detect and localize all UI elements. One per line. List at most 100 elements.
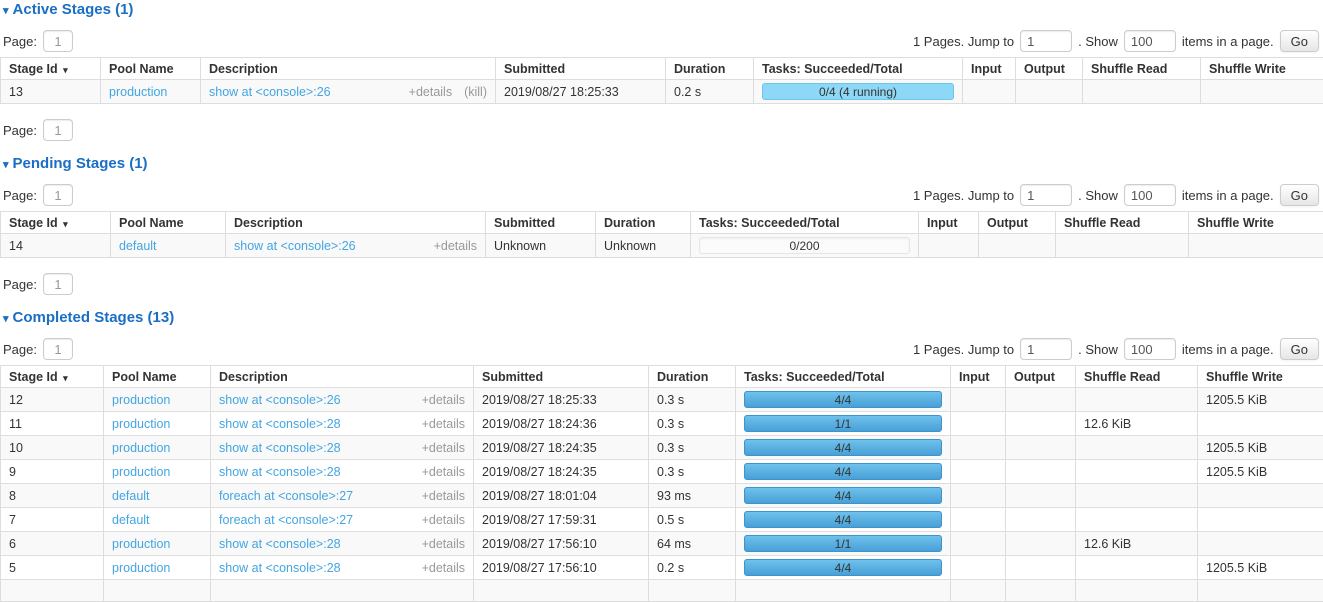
tasks-progress-bar: 0/4 (4 running) (762, 83, 954, 100)
column-header-description[interactable]: Description (211, 366, 474, 388)
column-header-input[interactable]: Input (951, 366, 1006, 388)
pool-name-cell: production (101, 80, 201, 104)
page-number-input[interactable] (43, 119, 73, 141)
stage-description-link[interactable]: foreach at <console>:27 (219, 489, 353, 503)
stage-description-link[interactable]: show at <console>:28 (219, 537, 341, 551)
pool-name-link[interactable]: production (109, 85, 167, 99)
details-toggle[interactable]: +details (422, 561, 465, 575)
column-header-shuffle-read[interactable]: Shuffle Read (1076, 366, 1198, 388)
details-toggle[interactable]: +details (422, 513, 465, 527)
stage-description-link[interactable]: show at <console>:28 (219, 417, 341, 431)
stage-description-link[interactable]: show at <console>:26 (219, 393, 341, 407)
input-cell (951, 460, 1006, 484)
stage-description-link[interactable]: foreach at <console>:27 (219, 513, 353, 527)
details-toggle[interactable]: +details (409, 85, 452, 99)
pager-controls: 1 Pages. Jump to. Showitems in a page.Go (913, 184, 1319, 206)
column-header-tasks-succeeded-total[interactable]: Tasks: Succeeded/Total (691, 212, 919, 234)
duration-cell: 93 ms (649, 484, 736, 508)
page-label: Page: (3, 277, 37, 292)
column-header-pool-name[interactable]: Pool Name (101, 58, 201, 80)
column-header-submitted[interactable]: Submitted (496, 58, 666, 80)
page-number-input[interactable] (43, 338, 73, 360)
items-per-page-input[interactable] (1124, 184, 1176, 206)
column-header-description[interactable]: Description (201, 58, 496, 80)
shuffle-read-cell (1083, 80, 1201, 104)
kill-link[interactable]: (kill) (464, 85, 487, 99)
column-header-duration[interactable]: Duration (596, 212, 691, 234)
input-cell (919, 234, 979, 258)
column-header-pool-name[interactable]: Pool Name (111, 212, 226, 234)
details-toggle[interactable]: +details (434, 239, 477, 253)
details-toggle[interactable]: +details (422, 489, 465, 503)
details-toggle[interactable]: +details (422, 441, 465, 455)
jump-to-page-input[interactable] (1020, 30, 1072, 52)
column-header-shuffle-write[interactable]: Shuffle Write (1189, 212, 1323, 234)
column-header-input[interactable]: Input (963, 58, 1016, 80)
column-header-stage-id[interactable]: Stage Id ▾ (1, 212, 111, 234)
shuffle-read-cell (1076, 460, 1198, 484)
column-header-tasks-succeeded-total[interactable]: Tasks: Succeeded/Total (736, 366, 951, 388)
page-number-input[interactable] (43, 273, 73, 295)
empty-cell (1006, 580, 1076, 602)
column-header-shuffle-write[interactable]: Shuffle Write (1198, 366, 1323, 388)
column-header-duration[interactable]: Duration (649, 366, 736, 388)
output-cell (1006, 436, 1076, 460)
details-toggle[interactable]: +details (422, 417, 465, 431)
submitted-cell: 2019/08/27 18:01:04 (474, 484, 649, 508)
column-header-submitted[interactable]: Submitted (474, 366, 649, 388)
input-cell (963, 80, 1016, 104)
pool-name-link[interactable]: production (112, 393, 170, 407)
jump-to-page-input[interactable] (1020, 338, 1072, 360)
go-button[interactable]: Go (1280, 30, 1319, 52)
pager-left: Page: (3, 184, 73, 206)
details-toggle[interactable]: +details (422, 465, 465, 479)
column-header-description[interactable]: Description (226, 212, 486, 234)
stage-description-link[interactable]: show at <console>:26 (234, 239, 356, 253)
section-title-text: Active Stages (1) (13, 1, 134, 18)
go-button[interactable]: Go (1280, 338, 1319, 360)
table-row: 10production+detailsshow at <console>:28… (1, 436, 1323, 460)
column-header-pool-name[interactable]: Pool Name (104, 366, 211, 388)
stage-description-link[interactable]: show at <console>:28 (219, 441, 341, 455)
details-toggle[interactable]: +details (422, 537, 465, 551)
column-header-stage-id[interactable]: Stage Id ▾ (1, 366, 104, 388)
items-per-page-input[interactable] (1124, 338, 1176, 360)
active-stages-header[interactable]: ▾Active Stages (1) (3, 0, 1323, 18)
column-header-submitted[interactable]: Submitted (486, 212, 596, 234)
pool-name-link[interactable]: production (112, 465, 170, 479)
column-header-output[interactable]: Output (979, 212, 1056, 234)
pool-name-link[interactable]: production (112, 441, 170, 455)
column-header-stage-id[interactable]: Stage Id ▾ (1, 58, 101, 80)
stage-description-link[interactable]: show at <console>:28 (219, 561, 341, 575)
tasks-progress-cell: 4/4 (736, 508, 951, 532)
column-header-output[interactable]: Output (1006, 366, 1076, 388)
go-button[interactable]: Go (1280, 184, 1319, 206)
jump-to-page-input[interactable] (1020, 184, 1072, 206)
tasks-progress-bar: 4/4 (744, 463, 942, 480)
pending-pagination-bottom: Page: (3, 273, 1319, 295)
column-header-duration[interactable]: Duration (666, 58, 754, 80)
column-header-shuffle-read[interactable]: Shuffle Read (1083, 58, 1201, 80)
items-per-page-input[interactable] (1124, 30, 1176, 52)
column-header-shuffle-write[interactable]: Shuffle Write (1201, 58, 1323, 80)
page-number-input[interactable] (43, 184, 73, 206)
column-header-tasks-succeeded-total[interactable]: Tasks: Succeeded/Total (754, 58, 963, 80)
page-number-input[interactable] (43, 30, 73, 52)
shuffle-read-cell: 12.6 KiB (1076, 412, 1198, 436)
pool-name-link[interactable]: production (112, 537, 170, 551)
pool-name-link[interactable]: default (112, 489, 150, 503)
column-header-output[interactable]: Output (1016, 58, 1083, 80)
pending-stages-header[interactable]: ▾Pending Stages (1) (3, 154, 1323, 172)
stage-id-cell: 12 (1, 388, 104, 412)
column-header-input[interactable]: Input (919, 212, 979, 234)
empty-cell (1076, 580, 1198, 602)
details-toggle[interactable]: +details (422, 393, 465, 407)
stage-description-link[interactable]: show at <console>:26 (209, 85, 331, 99)
pool-name-link[interactable]: production (112, 561, 170, 575)
stage-description-link[interactable]: show at <console>:28 (219, 465, 341, 479)
column-header-shuffle-read[interactable]: Shuffle Read (1056, 212, 1189, 234)
pool-name-link[interactable]: default (112, 513, 150, 527)
pool-name-link[interactable]: production (112, 417, 170, 431)
completed-stages-header[interactable]: ▾Completed Stages (13) (3, 308, 1323, 326)
pool-name-link[interactable]: default (119, 239, 157, 253)
